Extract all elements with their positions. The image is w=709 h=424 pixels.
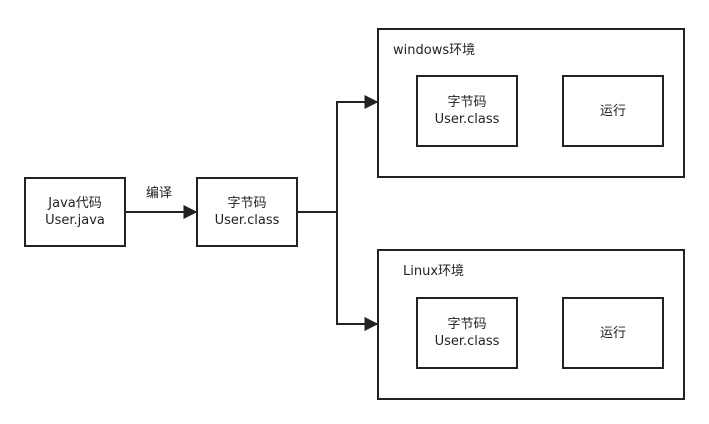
source-box-line1: Java代码 — [48, 196, 102, 211]
bytecode-box: 字节码 User.class — [196, 177, 298, 247]
linux-run-label: 运行 — [599, 325, 626, 341]
linux-bytecode-line2: User.class — [434, 334, 500, 349]
windows-bytecode-line1: 字节码 — [447, 95, 487, 110]
linux-bytecode-line1: 字节码 — [447, 317, 487, 332]
windows-bytecode-line2: User.class — [434, 112, 500, 127]
source-box-line2: User.java — [45, 213, 105, 228]
to-windows-arrow — [298, 95, 379, 213]
to-linux-arrow — [336, 212, 379, 331]
windows-bytecode-box: 字节码 User.class — [416, 75, 518, 147]
bytecode-box-line2: User.class — [214, 213, 280, 228]
java-source-box: Java代码 User.java — [24, 177, 126, 247]
linux-bytecode-box: 字节码 User.class — [416, 297, 518, 369]
windows-env-label: windows环境 — [393, 43, 476, 58]
linux-env-label: Linux环境 — [403, 264, 465, 279]
linux-run-box: 运行 — [562, 297, 664, 369]
bytecode-box-line1: 字节码 — [227, 196, 267, 211]
windows-run-label: 运行 — [599, 103, 626, 119]
compile-label: 编译 — [146, 186, 173, 201]
windows-run-box: 运行 — [562, 75, 664, 147]
